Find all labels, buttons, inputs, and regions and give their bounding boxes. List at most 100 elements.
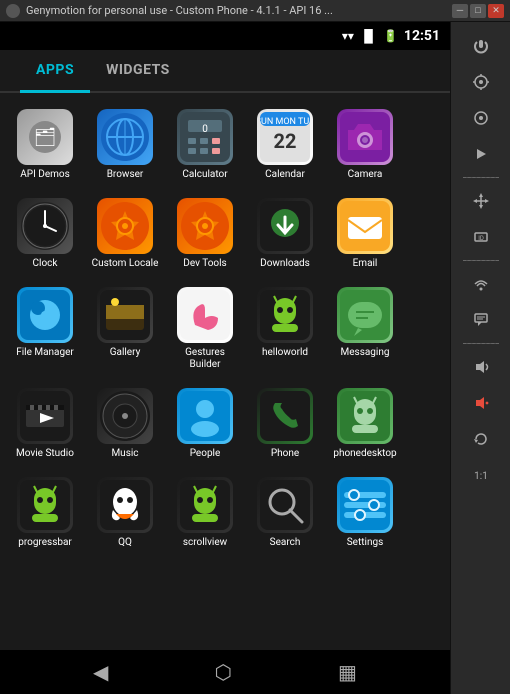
app-label-music: Music <box>111 448 138 460</box>
app-icon-scrollview <box>177 477 233 533</box>
app-label-movie-studio: Movie Studio <box>16 448 74 460</box>
title-text: Genymotion for personal use - Custom Pho… <box>26 4 452 17</box>
app-icon-email <box>337 198 393 254</box>
tabs-bar: APPS WIDGETS <box>0 50 450 93</box>
sidebar-divider-3 <box>463 343 499 344</box>
volume-down-button[interactable] <box>461 387 501 419</box>
app-item-gallery[interactable]: Gallery <box>85 281 165 377</box>
app-item-scrollview[interactable]: scrollview <box>165 471 245 555</box>
move-button[interactable] <box>461 185 501 217</box>
battery-icon: 🔋 <box>383 29 398 43</box>
app-item-phonedesktop[interactable]: phonedesktop <box>325 382 405 466</box>
app-item-downloads[interactable]: Downloads <box>245 192 325 276</box>
grid-row-1: 🗂 API Demos Browser 0 Cal <box>5 103 445 187</box>
network-button[interactable] <box>461 268 501 300</box>
volume-up-button[interactable] <box>461 351 501 383</box>
app-label-qq: QQ <box>118 537 132 549</box>
back-button[interactable]: ◀ <box>87 654 114 690</box>
app-icon-search <box>257 477 313 533</box>
svg-text:ID: ID <box>478 235 484 242</box>
app-label-progressbar: progressbar <box>18 537 72 549</box>
zoom-button[interactable]: 1:1 <box>461 459 501 491</box>
app-label-clock: Clock <box>33 258 58 270</box>
app-item-file-manager[interactable]: File Manager <box>5 281 85 377</box>
sidebar-divider-2 <box>463 260 499 261</box>
app-label-search: Search <box>270 537 301 549</box>
svg-text:0: 0 <box>202 124 208 135</box>
signal-icon: ▐▌ <box>360 29 377 43</box>
app-item-helloworld[interactable]: helloworld <box>245 281 325 377</box>
app-label-downloads: Downloads <box>260 258 310 270</box>
app-icon-settings <box>337 477 393 533</box>
app-item-people[interactable]: People <box>165 382 245 466</box>
tab-widgets[interactable]: WIDGETS <box>90 50 186 91</box>
id-button[interactable]: ID <box>461 221 501 253</box>
app-label-people: People <box>190 448 221 460</box>
right-sidebar: ID 1:1 <box>450 22 510 694</box>
grid-row-5: progressbar QQ scrollview <box>5 471 445 555</box>
app-icon-file-manager <box>17 287 73 343</box>
app-item-dev-tools[interactable]: Dev Tools <box>165 192 245 276</box>
app-icon-gestures-builder <box>177 287 233 343</box>
svg-text:SUN MON TUE: SUN MON TUE <box>260 117 310 127</box>
app-item-phone[interactable]: Phone <box>245 382 325 466</box>
app-item-settings[interactable]: Settings <box>325 471 405 555</box>
app-item-music[interactable]: Music <box>85 382 165 466</box>
app-grid: 🗂 API Demos Browser 0 Cal <box>0 93 450 650</box>
close-button[interactable]: ✕ <box>488 4 504 18</box>
app-item-progressbar[interactable]: progressbar <box>5 471 85 555</box>
power-button[interactable] <box>461 30 501 62</box>
app-icon-messaging <box>337 287 393 343</box>
restore-button[interactable]: □ <box>470 4 486 18</box>
app-icon-downloads <box>257 198 313 254</box>
main-container: ▾▾ ▐▌ 🔋 12:51 APPS WIDGETS 🗂 A <box>0 22 510 694</box>
svg-text:🗂: 🗂 <box>34 127 57 148</box>
app-item-calculator[interactable]: 0 Calculator <box>165 103 245 187</box>
svg-text:1:1: 1:1 <box>474 471 488 482</box>
app-icon-phone <box>257 388 313 444</box>
app-icon-qq <box>97 477 153 533</box>
tab-apps[interactable]: APPS <box>20 50 90 93</box>
nav-bar: ◀ ⬡ ▦ <box>0 650 450 694</box>
app-icon-calculator: 0 <box>177 109 233 165</box>
camera-sidebar-button[interactable] <box>461 102 501 134</box>
app-item-movie-studio[interactable]: Movie Studio <box>5 382 85 466</box>
rotate-button[interactable] <box>461 423 501 455</box>
app-icon-people <box>177 388 233 444</box>
message-sidebar-button[interactable] <box>461 304 501 336</box>
app-label-scrollview: scrollview <box>183 537 227 549</box>
recents-button[interactable]: ▦ <box>332 654 363 690</box>
app-label-browser: Browser <box>107 169 144 181</box>
status-time: 12:51 <box>404 28 440 44</box>
app-item-api-demos[interactable]: 🗂 API Demos <box>5 103 85 187</box>
grid-row-4: Movie Studio Music People <box>5 382 445 466</box>
app-label-dev-tools: Dev Tools <box>183 258 226 270</box>
app-item-browser[interactable]: Browser <box>85 103 165 187</box>
app-icon <box>6 4 20 18</box>
minimize-button[interactable]: ─ <box>452 4 468 18</box>
app-icon-progressbar <box>17 477 73 533</box>
app-label-camera: Camera <box>348 169 383 181</box>
app-icon-gallery <box>97 287 153 343</box>
app-label-calendar: Calendar <box>265 169 305 181</box>
app-item-clock[interactable]: Clock <box>5 192 85 276</box>
app-item-gestures-builder[interactable]: Gestures Builder <box>165 281 245 377</box>
home-button[interactable]: ⬡ <box>209 654 238 690</box>
wifi-icon: ▾▾ <box>342 29 354 43</box>
app-content: APPS WIDGETS 🗂 API Demos <box>0 50 450 694</box>
gps-button[interactable] <box>461 66 501 98</box>
app-icon-phonedesktop <box>337 388 393 444</box>
app-item-qq[interactable]: QQ <box>85 471 165 555</box>
app-item-camera[interactable]: Camera <box>325 103 405 187</box>
media-button[interactable] <box>461 138 501 170</box>
app-label-messaging: Messaging <box>341 347 390 359</box>
phone-screen: ▾▾ ▐▌ 🔋 12:51 APPS WIDGETS 🗂 A <box>0 22 450 694</box>
app-label-calculator: Calculator <box>182 169 227 181</box>
app-item-calendar[interactable]: SUN MON TUE22 Calendar <box>245 103 325 187</box>
app-label-helloworld: helloworld <box>262 347 308 359</box>
app-item-messaging[interactable]: Messaging <box>325 281 405 377</box>
app-item-email[interactable]: Email <box>325 192 405 276</box>
app-label-custom-locale: Custom Locale <box>92 258 159 270</box>
app-item-custom-locale[interactable]: Custom Locale <box>85 192 165 276</box>
app-item-search[interactable]: Search <box>245 471 325 555</box>
